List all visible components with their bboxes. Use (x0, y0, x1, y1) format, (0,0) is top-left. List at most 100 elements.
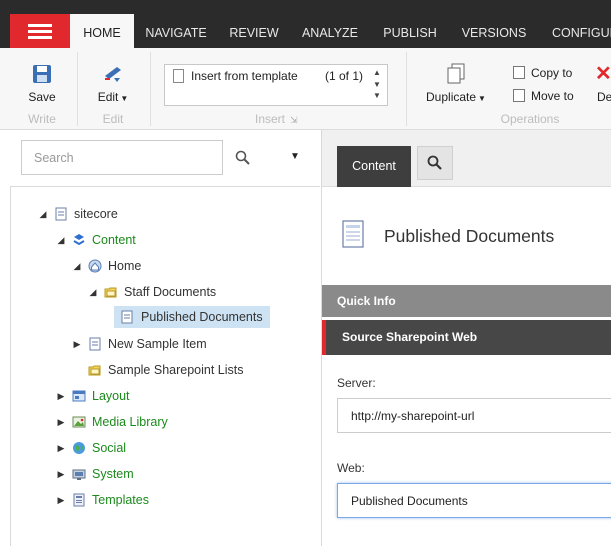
collapse-toggle[interactable]: ◢ (56, 229, 66, 251)
tab-publish[interactable]: PUBLISH (370, 14, 450, 48)
tree-node-label: Sample Sharepoint Lists (108, 363, 244, 377)
edit-label: Edit (97, 90, 119, 104)
home-icon (88, 259, 102, 273)
insert-gallery[interactable]: Insert from template (1 of 1) ▲ ▼ ▼ (164, 64, 388, 106)
save-icon (33, 65, 51, 83)
insert-from-template-item[interactable]: Insert from template (191, 69, 298, 83)
search-icon[interactable] (235, 150, 251, 166)
ribbon-divider (77, 52, 78, 126)
tree-node-label: Templates (92, 493, 149, 507)
duplicate-icon (447, 63, 465, 84)
tree-node-content[interactable]: ◢ Content (56, 229, 216, 251)
folder-icon (88, 365, 101, 376)
search-input[interactable] (21, 140, 223, 175)
move-icon (513, 89, 525, 102)
tab-content[interactable]: Content (337, 146, 411, 187)
tab-review[interactable]: REVIEW (218, 14, 290, 48)
chevron-down-icon: ▼ (120, 94, 129, 103)
scroll-down-icon[interactable]: ▼ (373, 80, 381, 89)
tree-node-sample-sharepoint-lists[interactable]: Sample Sharepoint Lists (72, 359, 272, 381)
tree-node-home[interactable]: ◢ Home (72, 255, 232, 277)
tree-node-label: sitecore (74, 207, 118, 221)
tree-node-system[interactable]: ▶ System (56, 463, 216, 485)
ribbon-tab-bar: HOME NAVIGATE REVIEW ANALYZE PUBLISH VER… (0, 0, 611, 48)
chunk-label-write: Write (28, 112, 56, 126)
insert-count: (1 of 1) (325, 69, 364, 83)
expand-toggle[interactable]: ▶ (56, 385, 66, 407)
expand-toggle[interactable]: ▶ (72, 333, 82, 355)
folder-icon (104, 287, 117, 298)
tree-node-label: Social (92, 441, 127, 455)
document-icon (342, 220, 364, 248)
move-to-label: Move to (531, 89, 574, 103)
chunk-label-edit: Edit (102, 112, 124, 126)
tree-search-bar: ▼ (10, 130, 320, 187)
section-quick-info[interactable]: Quick Info (322, 285, 611, 317)
tab-search[interactable] (417, 146, 453, 180)
tab-analyze[interactable]: ANALYZE (290, 14, 370, 48)
expand-toggle[interactable]: ▶ (56, 463, 66, 485)
tree-node-sitecore[interactable]: ◢ sitecore (38, 203, 198, 225)
tree-node-social[interactable]: ▶ Social (56, 437, 216, 459)
tree-border (10, 187, 11, 546)
tree-node-label: Media Library (92, 415, 168, 429)
edit-icon (105, 67, 121, 82)
copy-to-button[interactable]: Copy to (513, 66, 572, 80)
tab-home[interactable]: HOME (70, 14, 134, 48)
expand-toggle[interactable]: ▶ (56, 411, 66, 433)
media-icon (72, 416, 86, 428)
tree-node-new-sample-item[interactable]: ▶ New Sample Item (72, 333, 252, 355)
tree-node-label: Content (92, 233, 136, 247)
tree-node-published-documents[interactable]: Published Documents (114, 306, 270, 328)
tree-node-label: Home (108, 259, 142, 273)
tab-navigate[interactable]: NAVIGATE (134, 14, 218, 48)
copy-icon (513, 66, 525, 79)
tree-node-label: Published Documents (141, 310, 263, 324)
item-title: Published Documents (384, 226, 555, 246)
expand-toggle[interactable]: ▶ (56, 437, 66, 459)
chunk-label-operations: Operations (500, 112, 560, 126)
layout-icon (72, 390, 86, 402)
copy-to-label: Copy to (531, 66, 573, 80)
delete-icon: ✕ (595, 64, 611, 85)
save-button[interactable]: Save (16, 64, 68, 104)
search-options-dropdown[interactable]: ▼ (290, 151, 300, 162)
expand-gallery-icon[interactable]: ▼ (373, 91, 381, 100)
ribbon-panel: Save Write Edit ▼ Edit Insert from templa… (0, 48, 611, 130)
tree-node-staff-documents[interactable]: ◢ Staff Documents (88, 281, 268, 303)
tab-versions[interactable]: VERSIONS (450, 14, 538, 48)
delete-button[interactable]: ✕ De (592, 64, 611, 104)
duplicate-button[interactable]: Duplicate ▼ (420, 62, 492, 104)
dialog-launcher-icon[interactable]: ⇲ (290, 115, 298, 126)
ribbon-divider (150, 52, 151, 126)
templates-icon (73, 493, 85, 507)
tree-node-label: Layout (92, 389, 130, 403)
server-field[interactable] (337, 398, 611, 433)
collapse-toggle[interactable]: ◢ (88, 281, 98, 303)
content-editor-pane: Content Published Documents Quick Info S… (322, 130, 611, 546)
tree-node-layout[interactable]: ▶ Layout (56, 385, 216, 407)
delete-label: De (597, 90, 611, 104)
search-icon (427, 155, 442, 170)
tree-node-label: Staff Documents (124, 285, 217, 299)
expand-toggle[interactable]: ▶ (56, 489, 66, 511)
server-field-label: Server: (337, 376, 376, 390)
tree-node-media-library[interactable]: ▶ Media Library (56, 411, 236, 433)
web-field[interactable] (337, 483, 611, 518)
scroll-up-icon[interactable]: ▲ (373, 68, 381, 77)
template-icon (173, 69, 184, 83)
collapse-toggle[interactable]: ◢ (72, 255, 82, 277)
edit-button[interactable]: Edit ▼ (84, 64, 142, 104)
tree-node-label: System (92, 467, 134, 481)
collapse-toggle[interactable]: ◢ (38, 203, 48, 225)
section-source-sharepoint-web[interactable]: Source Sharepoint Web (322, 320, 611, 355)
tree-node-templates[interactable]: ▶ Templates (56, 489, 216, 511)
page-icon (55, 207, 67, 221)
menu-button[interactable] (10, 14, 70, 48)
content-icon (73, 234, 85, 246)
web-field-label: Web: (337, 461, 365, 475)
content-tree-pane: ▼ ◢ sitecore ◢ Content ◢ Home ◢ Staff Do… (0, 130, 322, 546)
move-to-button[interactable]: Move to (513, 89, 574, 103)
tab-configure[interactable]: CONFIGUR (542, 14, 611, 48)
document-icon (121, 310, 133, 324)
